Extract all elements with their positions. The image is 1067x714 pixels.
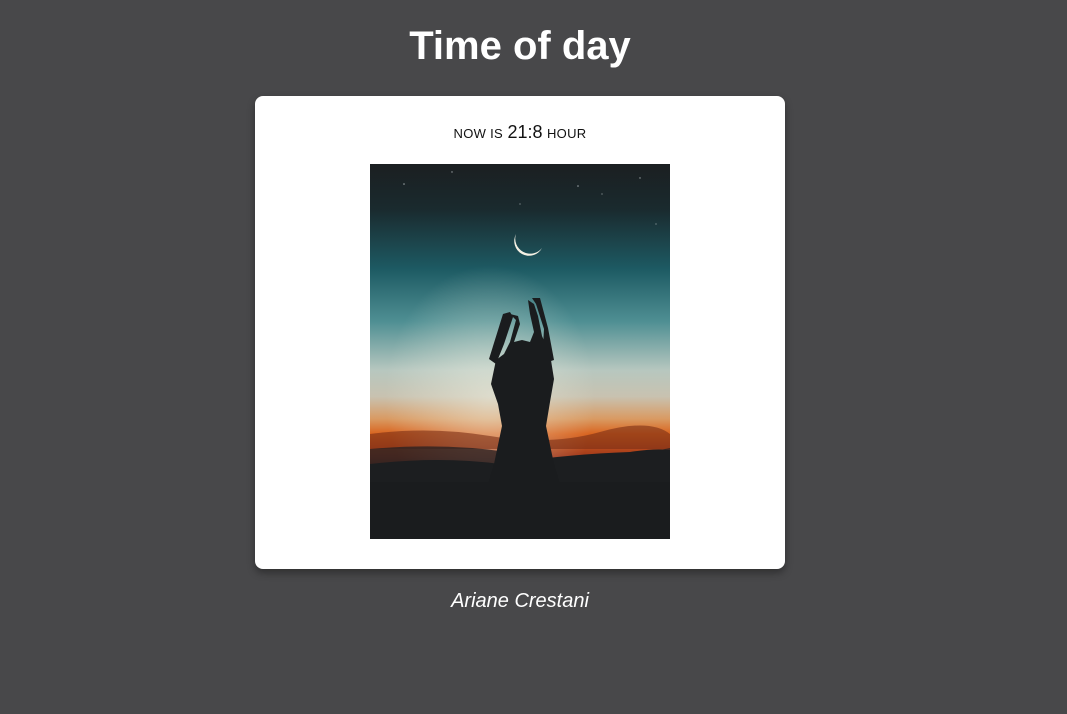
hour-label: HOUR (546, 126, 587, 141)
page: Time of day NOW IS 21:8 HOUR Ariane Cres… (0, 0, 1067, 714)
time-card: NOW IS 21:8 HOUR (255, 96, 785, 569)
time-readout: NOW IS 21:8 HOUR (255, 120, 785, 146)
time-value: 21:8 (507, 122, 543, 142)
night-photo (370, 164, 670, 539)
now-is-label: NOW IS (453, 126, 504, 141)
photo-credit: Ariane Crestani (451, 590, 589, 612)
page-title: Time of day (409, 24, 631, 68)
